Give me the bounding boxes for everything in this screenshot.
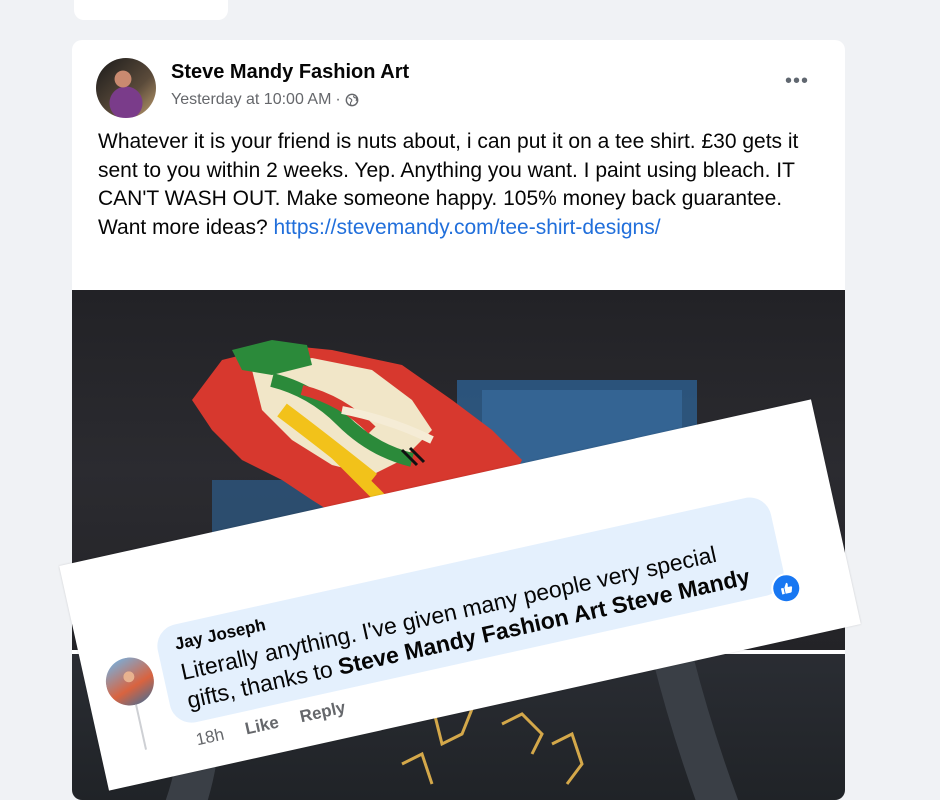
post-author-name[interactable]: Steve Mandy Fashion Art	[171, 61, 409, 84]
post-timestamp[interactable]: Yesterday at 10:00 AM	[171, 91, 331, 109]
post-text: Whatever it is your friend is nuts about…	[98, 128, 828, 242]
more-options-button[interactable]: •••	[785, 70, 809, 93]
reply-button[interactable]: Reply	[298, 698, 348, 728]
author-avatar[interactable]	[96, 58, 156, 118]
post-link[interactable]: https://stevemandy.com/tee-shirt-designs…	[273, 216, 660, 239]
thread-line	[135, 704, 148, 750]
post-meta: Yesterday at 10:00 AM ·	[171, 91, 359, 109]
comment-time[interactable]: 18h	[194, 725, 226, 751]
commenter-avatar[interactable]	[101, 652, 159, 711]
previous-post-card	[74, 0, 228, 20]
globe-icon	[345, 93, 359, 107]
like-button[interactable]: Like	[243, 713, 281, 740]
meta-separator: ·	[335, 91, 341, 108]
